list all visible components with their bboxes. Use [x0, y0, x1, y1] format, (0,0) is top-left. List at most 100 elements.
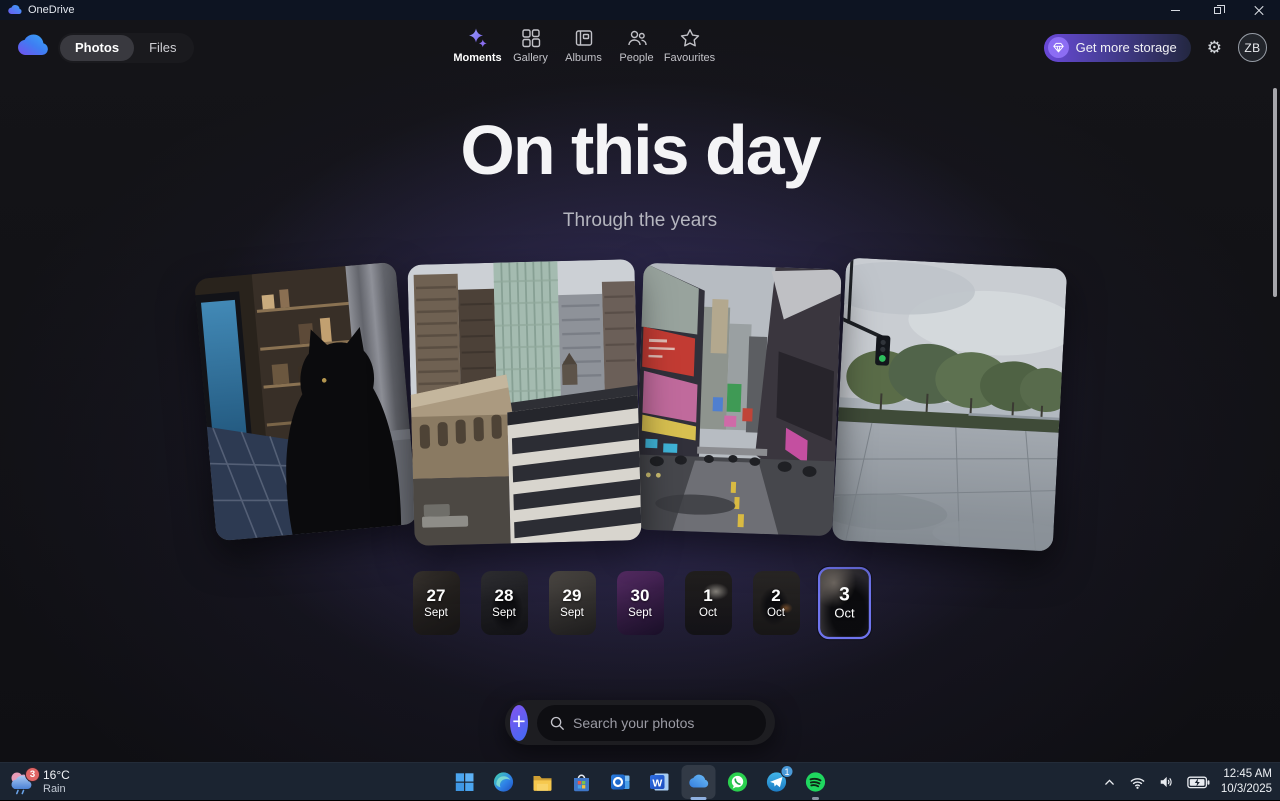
date-chip-3-oct-selected[interactable]: 3 Oct [817, 567, 870, 639]
spotify-taskbar-button[interactable] [803, 769, 829, 795]
outlook-icon [609, 770, 633, 794]
get-more-storage-button[interactable]: Get more storage [1044, 34, 1191, 62]
microsoft-store-taskbar-button[interactable] [569, 769, 595, 795]
onedrive-mini-cloud-icon [8, 5, 22, 15]
tray-date: 10/3/2025 [1221, 782, 1272, 797]
tab-label: Favourites [664, 52, 715, 64]
chip-month: Oct [767, 607, 785, 619]
gear-icon: ⚙ [1207, 38, 1222, 57]
chip-month: Oct [834, 607, 854, 621]
wifi-icon [1129, 775, 1146, 790]
tab-gallery[interactable]: Gallery [504, 27, 557, 64]
windows-start-icon [454, 771, 476, 793]
tab-label: Albums [565, 52, 602, 64]
chip-day: 28 [495, 587, 514, 606]
chip-day: 29 [563, 587, 582, 606]
wifi-tray-button[interactable] [1129, 773, 1147, 791]
app-header: Photos Files Moments Gallery [0, 20, 1280, 80]
floating-search-bar: + [505, 700, 775, 745]
album-icon [573, 27, 595, 49]
tab-moments[interactable]: Moments [451, 27, 504, 64]
onedrive-taskbar-button[interactable] [686, 769, 712, 795]
toggle-photos-button[interactable]: Photos [60, 35, 134, 61]
main-nav: Moments Gallery Albums [451, 27, 716, 64]
date-chip-row: 27 Sept 28 Sept 29 Sept 30 Sept 1 Oct 2 … [0, 571, 1280, 635]
photo-card-rainy-waterfront-trees[interactable] [832, 257, 1068, 551]
chip-day: 27 [427, 587, 446, 606]
add-photos-button[interactable]: + [510, 705, 528, 741]
chip-day: 3 [839, 585, 850, 606]
close-button[interactable] [1238, 0, 1280, 20]
whatsapp-taskbar-button[interactable] [725, 769, 751, 795]
vertical-scrollbar-thumb[interactable] [1273, 88, 1277, 297]
chip-month: Oct [699, 607, 717, 619]
tab-people[interactable]: People [610, 27, 663, 64]
search-icon [549, 715, 565, 731]
search-field-container [537, 705, 766, 741]
date-chip-27-sept[interactable]: 27 Sept [413, 571, 460, 635]
edge-icon [492, 770, 516, 794]
page-title: On this day [0, 110, 1280, 190]
photo-card-times-square-rainy[interactable] [634, 263, 841, 537]
weather-condition: Rain [43, 783, 70, 796]
times-square-photo-illustration [634, 263, 841, 537]
people-icon [626, 27, 648, 49]
onedrive-logo-icon [16, 34, 50, 57]
start-button[interactable] [452, 769, 478, 795]
microsoft-store-icon [570, 770, 594, 794]
page-subtitle: Through the years [0, 210, 1280, 232]
settings-button[interactable]: ⚙ [1207, 39, 1222, 56]
grid-icon [520, 27, 542, 49]
date-chip-30-sept[interactable]: 30 Sept [617, 571, 664, 635]
toggle-files-button[interactable]: Files [134, 35, 191, 61]
whatsapp-icon [726, 770, 750, 794]
chip-month: Sept [628, 607, 652, 619]
tab-label: People [619, 52, 653, 64]
search-input[interactable] [573, 715, 754, 731]
battery-charging-icon [1187, 776, 1210, 789]
taskbar-weather-widget[interactable]: 3 16°C Rain [8, 763, 70, 801]
tray-overflow-button[interactable] [1102, 774, 1118, 790]
outlook-taskbar-button[interactable] [608, 769, 634, 795]
account-avatar[interactable]: ZB [1238, 33, 1267, 62]
edge-taskbar-button[interactable] [491, 769, 517, 795]
file-explorer-icon [531, 770, 555, 794]
cat-photo-illustration [194, 262, 418, 542]
word-taskbar-button[interactable]: W [647, 769, 673, 795]
svg-text:W: W [652, 777, 662, 789]
window-titlebar: OneDrive [0, 0, 1280, 20]
restore-button[interactable] [1196, 0, 1238, 20]
word-icon: W [648, 770, 672, 794]
photo-card-black-cat-on-couch[interactable] [194, 262, 418, 542]
window-title: OneDrive [28, 4, 74, 16]
date-chip-28-sept[interactable]: 28 Sept [481, 571, 528, 635]
windows-taskbar: 3 16°C Rain [0, 762, 1280, 800]
minimize-button[interactable] [1154, 0, 1196, 20]
chip-month: Sept [560, 607, 584, 619]
close-icon [1254, 5, 1264, 15]
date-chip-29-sept[interactable]: 29 Sept [549, 571, 596, 635]
date-chip-2-oct[interactable]: 2 Oct [753, 571, 800, 635]
notification-badge: 3 [25, 767, 40, 782]
storage-button-label: Get more storage [1076, 40, 1177, 55]
volume-tray-button[interactable] [1158, 773, 1176, 791]
weather-text: 16°C Rain [43, 768, 70, 796]
chevron-up-icon [1103, 776, 1116, 789]
date-chip-1-oct[interactable]: 1 Oct [685, 571, 732, 635]
telegram-taskbar-button[interactable]: 1 [764, 769, 790, 795]
tray-clock[interactable]: 12:45 AM 10/3/2025 [1221, 767, 1272, 797]
photo-card-city-rooftop-skyline[interactable] [407, 259, 641, 546]
onedrive-icon [687, 770, 711, 794]
spotify-icon [804, 770, 828, 794]
tab-favourites[interactable]: Favourites [663, 27, 716, 64]
file-explorer-taskbar-button[interactable] [530, 769, 556, 795]
header-right-controls: Get more storage ⚙ ZB [1044, 33, 1267, 62]
battery-tray-button[interactable] [1187, 775, 1210, 789]
star-icon [679, 27, 701, 49]
tab-albums[interactable]: Albums [557, 27, 610, 64]
chip-month: Sept [492, 607, 516, 619]
speaker-icon [1158, 774, 1175, 790]
tab-label: Moments [453, 52, 501, 64]
minimize-icon [1171, 10, 1180, 11]
rain-weather-icon: 3 [8, 770, 35, 795]
